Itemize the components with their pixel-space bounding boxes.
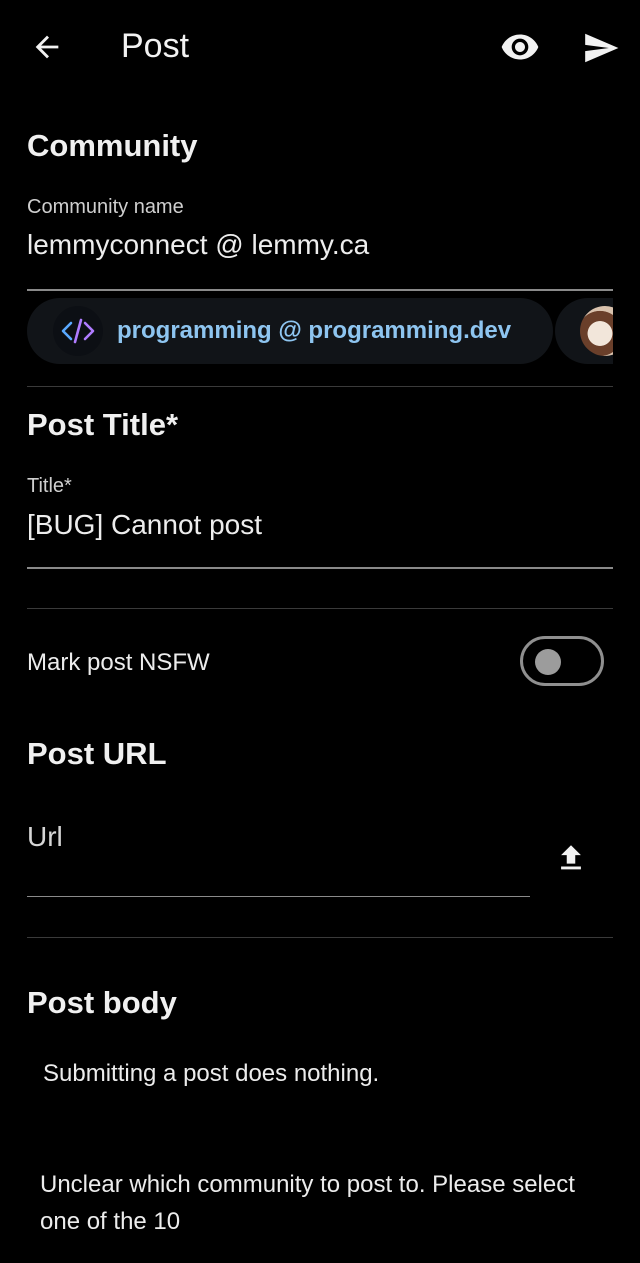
avatar — [580, 306, 613, 356]
upload-button[interactable] — [550, 838, 592, 878]
community-name-underline — [27, 289, 613, 291]
nsfw-label: Mark post NSFW — [27, 649, 210, 676]
send-icon — [585, 33, 619, 63]
title-field-label: Title* — [27, 475, 72, 497]
post-body-line-1[interactable]: Submitting a post does nothing. — [43, 1055, 603, 1092]
divider — [27, 386, 613, 387]
arrow-left-icon — [35, 35, 59, 59]
eye-icon — [501, 34, 539, 60]
url-underline — [27, 896, 530, 897]
url-input[interactable]: Url — [27, 820, 527, 854]
title-underline — [27, 567, 613, 569]
divider — [27, 608, 613, 609]
post-body-line-2[interactable]: Unclear which community to post to. Plea… — [40, 1166, 600, 1240]
divider — [27, 937, 613, 938]
community-suggestion-chip-2[interactable] — [555, 298, 613, 364]
post-body-section-title: Post body — [27, 985, 177, 1020]
upload-icon — [561, 845, 581, 870]
community-suggestion-chip[interactable]: programming @ programming.dev — [27, 298, 553, 364]
community-name-label: Community name — [27, 196, 184, 218]
back-button[interactable] — [24, 26, 70, 68]
code-icon — [53, 306, 103, 356]
title-input[interactable]: [BUG] Cannot post — [27, 508, 613, 542]
community-section-title: Community — [27, 128, 198, 163]
nsfw-toggle[interactable] — [520, 636, 604, 686]
post-title-section-title: Post Title* — [27, 407, 179, 442]
post-url-section-title: Post URL — [27, 736, 167, 771]
send-button[interactable] — [578, 26, 624, 70]
community-name-input[interactable]: lemmyconnect @ lemmy.ca — [27, 228, 613, 262]
toggle-knob — [535, 649, 561, 675]
page-title: Post — [121, 27, 190, 65]
chip-label: programming @ programming.dev — [117, 317, 512, 344]
preview-button[interactable] — [496, 24, 544, 70]
